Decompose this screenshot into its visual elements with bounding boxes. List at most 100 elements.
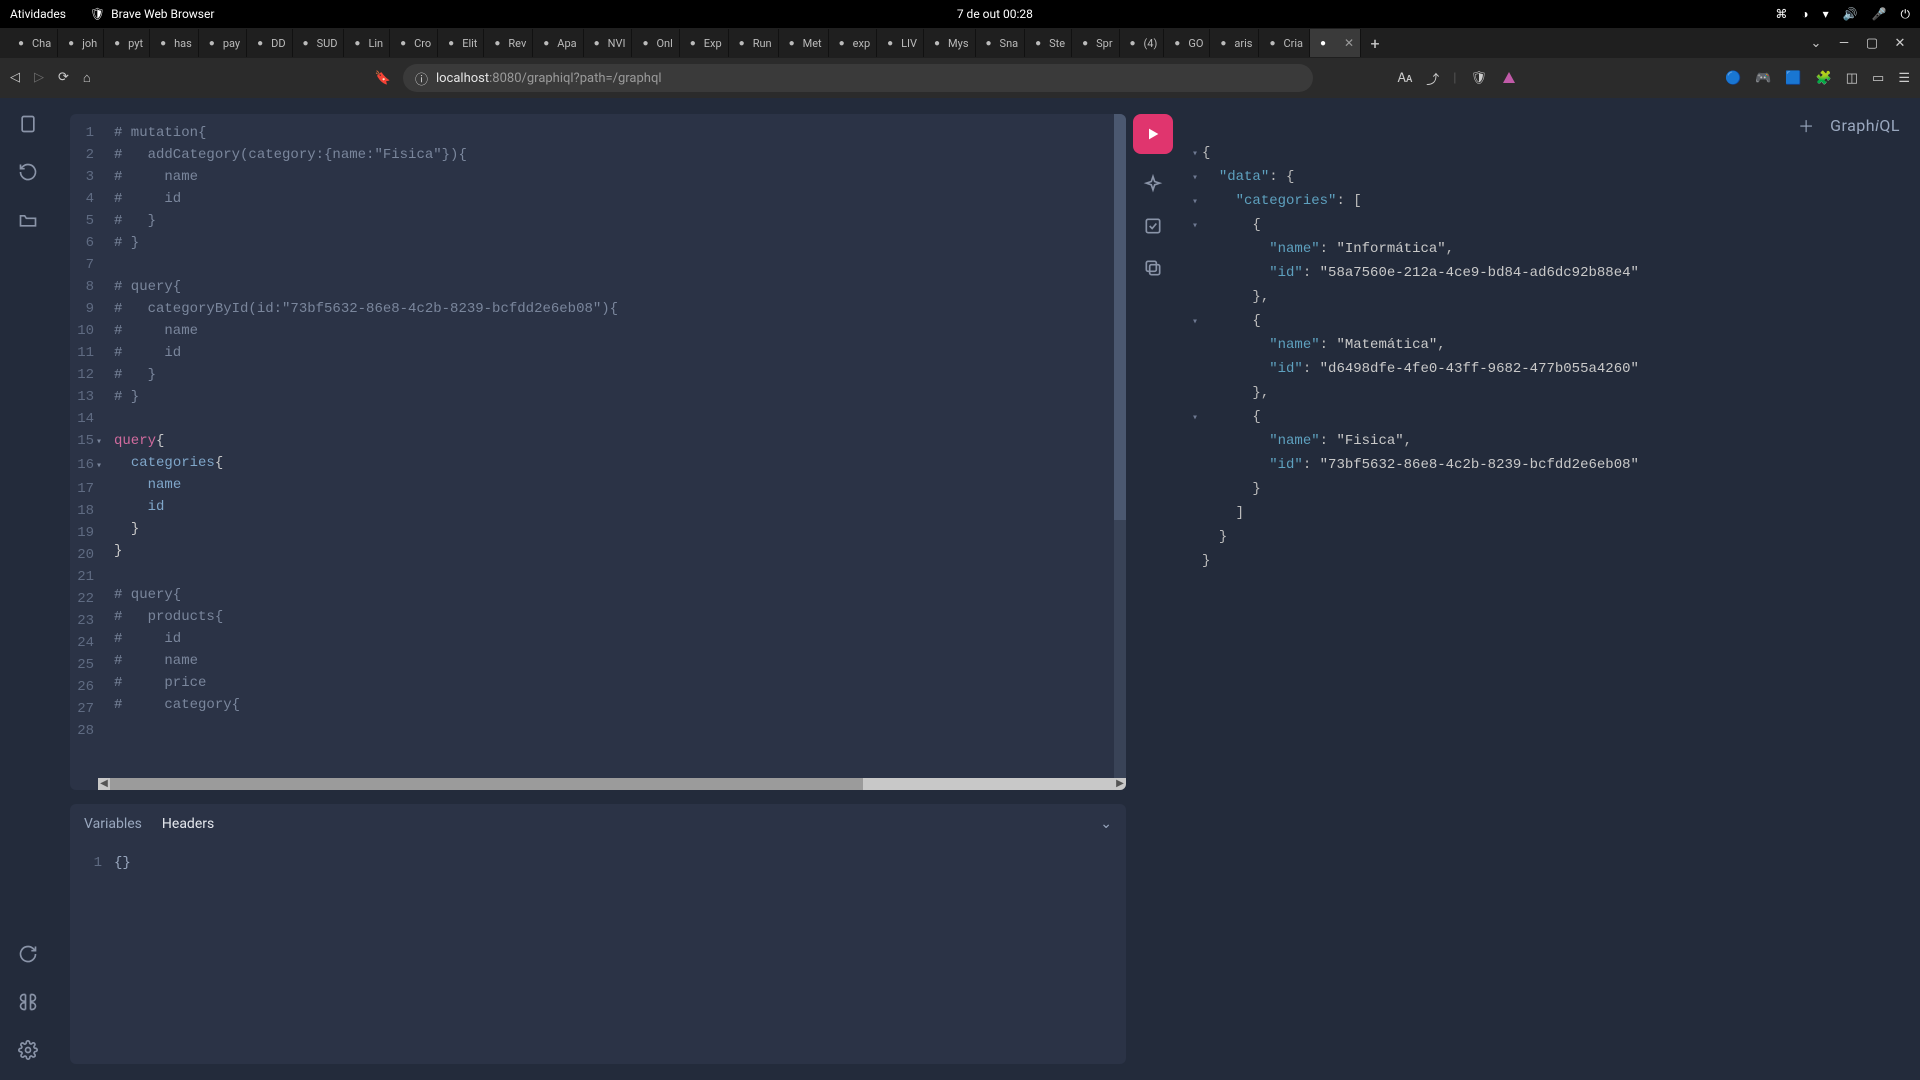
tab-label: Cro [414, 37, 431, 50]
site-info-icon[interactable]: ⓘ [415, 69, 428, 88]
browser-tab[interactable]: ●Met [779, 29, 829, 57]
browser-tab[interactable]: ●Cha [8, 29, 58, 57]
tray-icon[interactable]: ◑ [1801, 7, 1808, 21]
tab-label: Spr [1096, 37, 1112, 50]
sidebar-toggle-icon[interactable]: ◫ [1846, 71, 1858, 86]
browser-tab[interactable]: ●Exp [680, 29, 729, 57]
browser-tab[interactable]: ●Mys [924, 29, 976, 57]
url-host: localhost [436, 71, 489, 86]
browser-tab[interactable]: ●Elit [438, 29, 484, 57]
docs-icon[interactable] [16, 112, 40, 136]
bookmark-icon[interactable]: 🔖 [375, 71, 391, 86]
brave-shield-icon[interactable]: 🛡 [1470, 71, 1487, 86]
tab-label: SUD [317, 37, 338, 50]
browser-tab[interactable]: ●Onl [632, 29, 679, 57]
execute-button[interactable] [1133, 114, 1173, 154]
browser-tab[interactable]: ●GO [1164, 29, 1210, 57]
tab-label: Lin [368, 37, 383, 50]
browser-tab[interactable]: ●Lin [344, 29, 390, 57]
shortcuts-icon[interactable] [16, 990, 40, 1014]
browser-tab[interactable]: ●joh [58, 29, 104, 57]
app-indicator[interactable]: 🛡 Brave Web Browser [90, 7, 215, 21]
share-icon[interactable]: ⤴ [1426, 69, 1439, 88]
scrollbar-thumb[interactable] [110, 778, 863, 790]
history-icon[interactable] [16, 160, 40, 184]
power-icon[interactable]: ⏻ [1901, 7, 1911, 22]
chevron-down-icon[interactable]: ⌄ [1100, 816, 1112, 832]
favicon-icon: ● [396, 36, 410, 50]
home-icon[interactable]: ⌂ [83, 70, 91, 86]
refetch-icon[interactable] [16, 942, 40, 966]
query-editor[interactable]: 1 2 3 4 5 6 7 8 9 10 11 12 13 14 15▾16▾1… [70, 114, 1126, 790]
translate-icon[interactable]: 🗛 [1398, 71, 1413, 86]
browser-tab[interactable]: ●pyt [104, 29, 150, 57]
extensions-icon[interactable]: 🧩 [1816, 71, 1832, 86]
tab-label: pay [223, 37, 240, 50]
browser-tab[interactable]: ●SUD [293, 29, 345, 57]
close-icon[interactable]: ✕ [1344, 36, 1354, 50]
browser-tab[interactable]: ●(4) [1120, 29, 1165, 57]
tab-headers[interactable]: Headers [162, 816, 214, 832]
browser-tab[interactable]: ● Spr [1072, 29, 1119, 57]
clock[interactable]: 7 de out 00:28 [214, 7, 1775, 21]
browser-tab[interactable]: ●LIV [877, 29, 924, 57]
maximize-icon[interactable]: ▢ [1862, 36, 1882, 51]
scroll-right-icon[interactable]: ▶ [1114, 778, 1126, 790]
minimize-icon[interactable]: — [1834, 36, 1854, 51]
browser-tab[interactable]: ●Apa [533, 29, 583, 57]
add-tab-icon[interactable]: ＋ [1798, 113, 1814, 137]
browser-tab[interactable]: ●Rev [484, 29, 533, 57]
wifi-icon[interactable]: ▾ [1823, 7, 1829, 21]
vertical-scrollbar[interactable] [1114, 114, 1126, 790]
browser-tab[interactable]: ●DD [247, 29, 292, 57]
prettify-icon[interactable] [1141, 172, 1165, 196]
ext-icon[interactable]: 🔵 [1725, 71, 1741, 86]
close-icon[interactable]: ✕ [1890, 36, 1910, 51]
mic-icon[interactable]: 🎤 [1872, 7, 1887, 21]
brave-rewards-icon[interactable] [1501, 70, 1517, 86]
nav-back-icon[interactable]: ◁ [10, 70, 20, 86]
discord-tray-icon[interactable]: ⌘ [1775, 7, 1787, 21]
new-tab-button[interactable]: + [1361, 34, 1389, 53]
activities-label[interactable]: Atividades [10, 7, 66, 21]
tab-label: Met [803, 37, 822, 50]
horizontal-scrollbar[interactable]: ◀ ▶ [110, 778, 1114, 790]
tab-variables[interactable]: Variables [84, 816, 142, 832]
address-bar[interactable]: ⓘ localhost:8080/graphiql?path=/graphql [403, 64, 1313, 92]
reload-icon[interactable]: ⟳ [58, 70, 69, 86]
chevron-down-icon[interactable]: ⌄ [1806, 36, 1826, 51]
browser-tab[interactable]: ●✕ [1310, 29, 1361, 57]
ext-icon[interactable]: 🎮 [1755, 71, 1771, 86]
scrollbar-thumb[interactable] [1114, 114, 1126, 520]
browser-tab[interactable]: ●aris [1210, 29, 1259, 57]
browser-tab[interactable]: ●exp [829, 29, 877, 57]
code-content[interactable]: # mutation{# addCategory(category:{name:… [108, 114, 1126, 790]
result-panel: ＋ GraphiQL ▾{▾ "data": {▾ "categories": … [1180, 98, 1920, 1080]
graphiql-sidebar [0, 98, 56, 1080]
settings-icon[interactable] [16, 1038, 40, 1062]
favicon-icon: ● [110, 36, 124, 50]
code-content[interactable]: {} [108, 844, 1126, 1064]
browser-tab[interactable]: ●Run [729, 29, 779, 57]
nav-forward-icon[interactable]: ▷ [34, 70, 44, 86]
copy-icon[interactable] [1141, 256, 1165, 280]
browser-tab[interactable]: ●has [150, 29, 199, 57]
wallet-icon[interactable]: ▭ [1872, 71, 1884, 86]
tab-label: Run [753, 37, 772, 50]
browser-tab[interactable]: ●Ste [1025, 29, 1072, 57]
browser-tab[interactable]: ●Sna [976, 29, 1026, 57]
browser-tab[interactable]: ●Cria [1259, 29, 1310, 57]
browser-tab[interactable]: ● Cro [390, 29, 438, 57]
explorer-icon[interactable] [16, 208, 40, 232]
browser-tab[interactable]: ●NVI [584, 29, 633, 57]
volume-icon[interactable]: 🔊 [1843, 7, 1858, 21]
ext-icon[interactable]: 🟦 [1785, 71, 1801, 86]
scroll-left-icon[interactable]: ◀ [98, 778, 110, 790]
merge-icon[interactable] [1141, 214, 1165, 238]
result-content[interactable]: ▾{▾ "data": {▾ "categories": [▾ { "name"… [1186, 142, 1904, 1064]
headers-editor[interactable]: 1 {} [70, 844, 1126, 1064]
menu-icon[interactable]: ☰ [1898, 71, 1910, 86]
favicon-icon: ● [1078, 36, 1092, 50]
tab-label: Rev [508, 37, 526, 50]
browser-tab[interactable]: ●pay [199, 29, 247, 57]
